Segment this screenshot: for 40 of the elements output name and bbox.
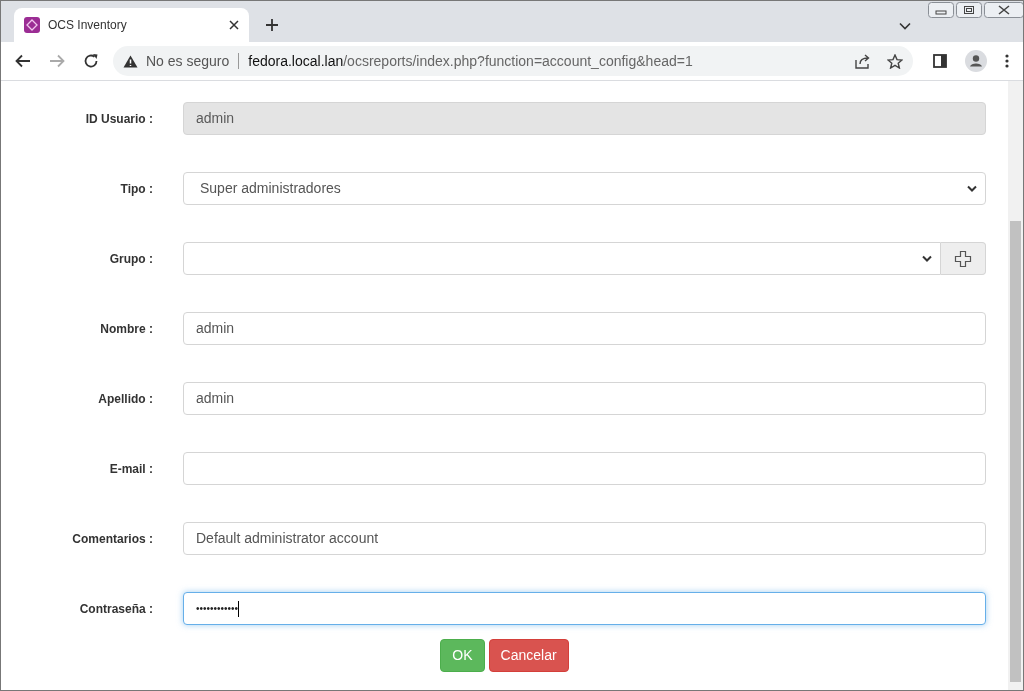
select-field[interactable]: Super administradores	[183, 172, 986, 205]
field-label: Tipo :	[120, 180, 153, 198]
browser-tab[interactable]: OCS Inventory	[14, 8, 249, 42]
password-field[interactable]: ••••••••••••	[183, 592, 986, 625]
address-bar[interactable]: No es seguro fedora.local.lan/ocsreports/index.php?function=account_config&head=1	[113, 46, 913, 76]
new-tab-icon[interactable]	[265, 18, 279, 32]
warning-icon	[123, 54, 138, 68]
plus-icon	[954, 249, 972, 268]
field-label: E-mail :	[109, 460, 153, 478]
app-logo-icon	[24, 17, 40, 33]
input-field[interactable]: admin	[183, 312, 986, 345]
cancel-button[interactable]: Cancelar	[488, 639, 569, 672]
chevron-down-icon	[922, 255, 932, 262]
star-icon[interactable]	[887, 53, 903, 69]
tab-title: OCS Inventory	[48, 17, 128, 34]
close-icon[interactable]	[229, 20, 239, 30]
menu-icon[interactable]	[1005, 54, 1009, 68]
field-label: Nombre :	[100, 320, 153, 338]
input-field[interactable]	[183, 452, 986, 485]
side-panel-icon[interactable]	[933, 54, 947, 68]
security-label[interactable]: No es seguro	[146, 50, 230, 72]
field-label: Comentarios :	[72, 530, 153, 548]
select-field[interactable]	[183, 242, 941, 275]
add-button[interactable]	[941, 242, 986, 275]
input-field[interactable]: Default administrator account	[183, 522, 986, 555]
field-label: Apellido :	[98, 390, 153, 408]
input-field[interactable]: admin	[183, 382, 986, 415]
chevron-down-icon	[967, 185, 977, 192]
url-text[interactable]: fedora.local.lan/ocsreports/index.php?function=account_config&head=1	[248, 50, 693, 72]
chevron-down-icon[interactable]	[899, 22, 911, 30]
scrollbar[interactable]	[1008, 81, 1023, 690]
field-label: Contraseña :	[79, 600, 153, 618]
close-icon[interactable]	[984, 2, 1023, 18]
back-arrow-icon[interactable]	[15, 54, 31, 68]
reload-icon[interactable]	[83, 53, 99, 69]
field-label: Grupo :	[109, 250, 153, 268]
profile-avatar-icon[interactable]	[965, 50, 987, 72]
field-label: ID Usuario :	[85, 110, 153, 128]
restore-icon[interactable]	[956, 2, 982, 18]
share-icon[interactable]	[855, 53, 871, 69]
